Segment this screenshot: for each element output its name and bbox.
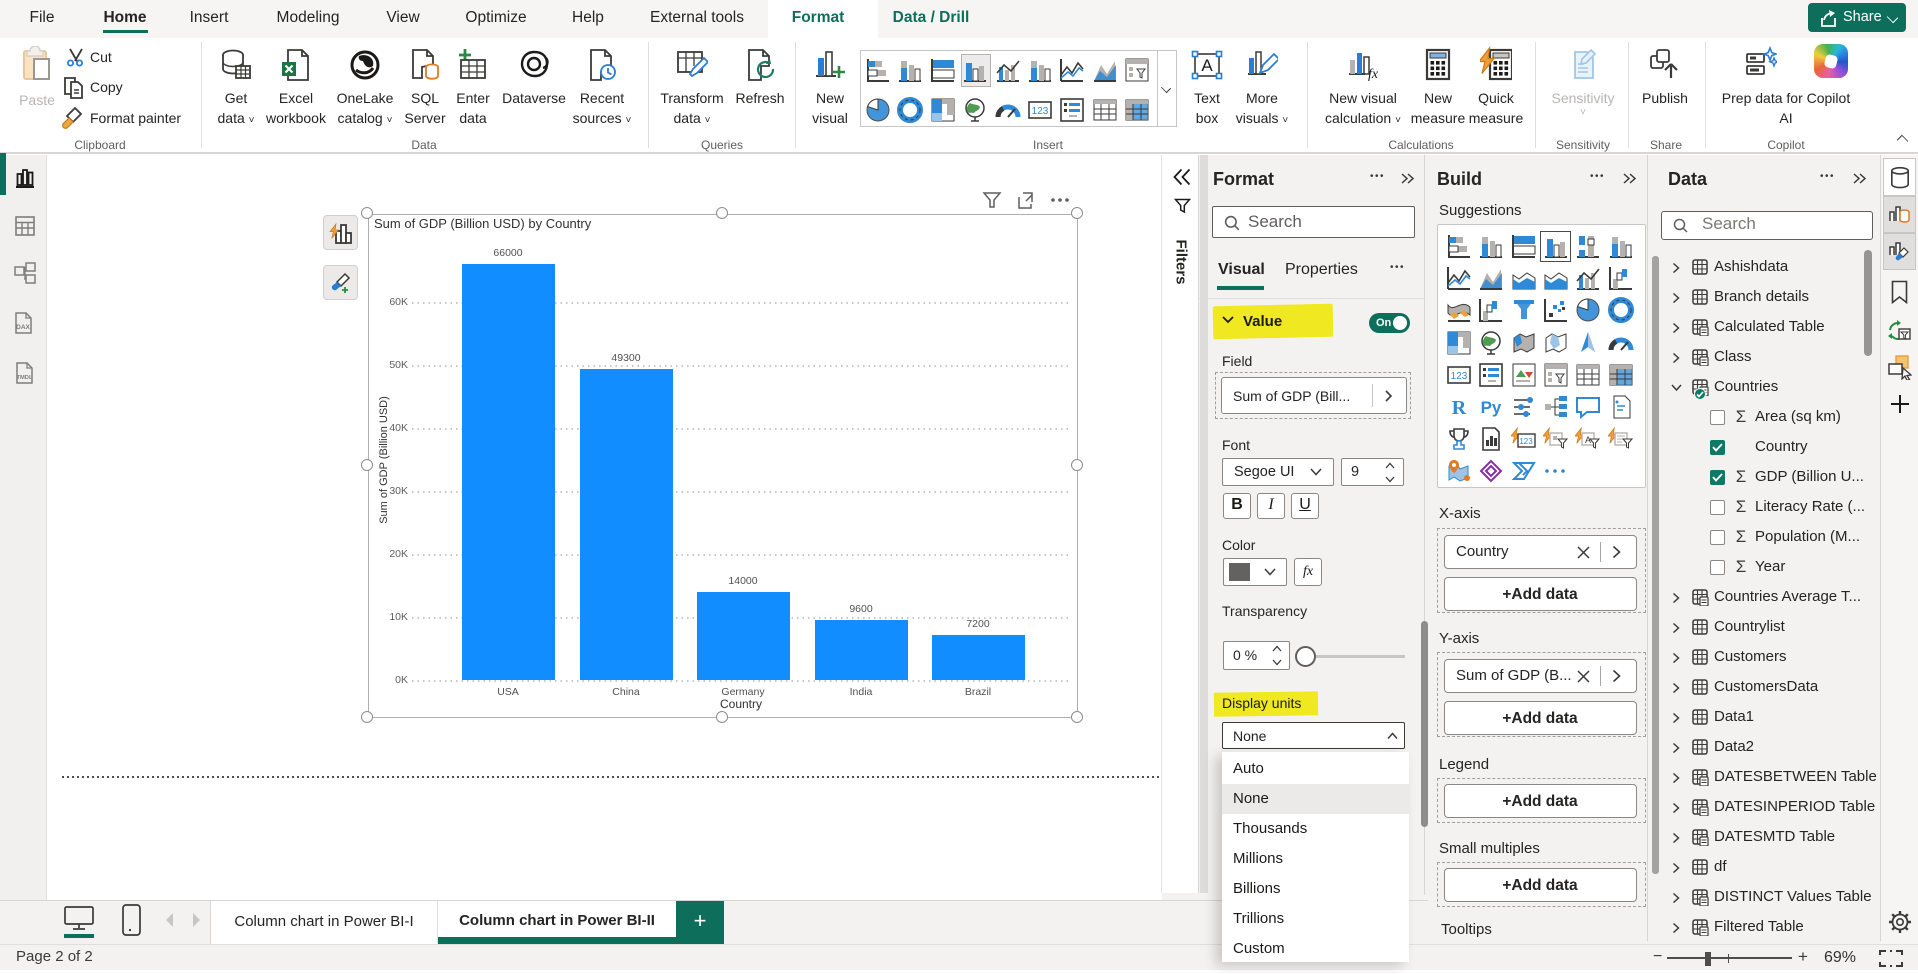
svg-text:123: 123 [1451,371,1468,382]
svg-text:A: A [1201,56,1213,75]
svg-text:Py: Py [1481,398,1502,417]
svg-text:123: 123 [1032,106,1049,117]
svg-text:DAX: DAX [16,324,30,331]
svg-text:A: A [1585,435,1591,445]
svg-text:R: R [1452,397,1467,419]
svg-text:fx: fx [1368,67,1379,82]
svg-text:123: 123 [1519,437,1533,446]
svg-text:TMDL: TMDL [16,375,33,381]
